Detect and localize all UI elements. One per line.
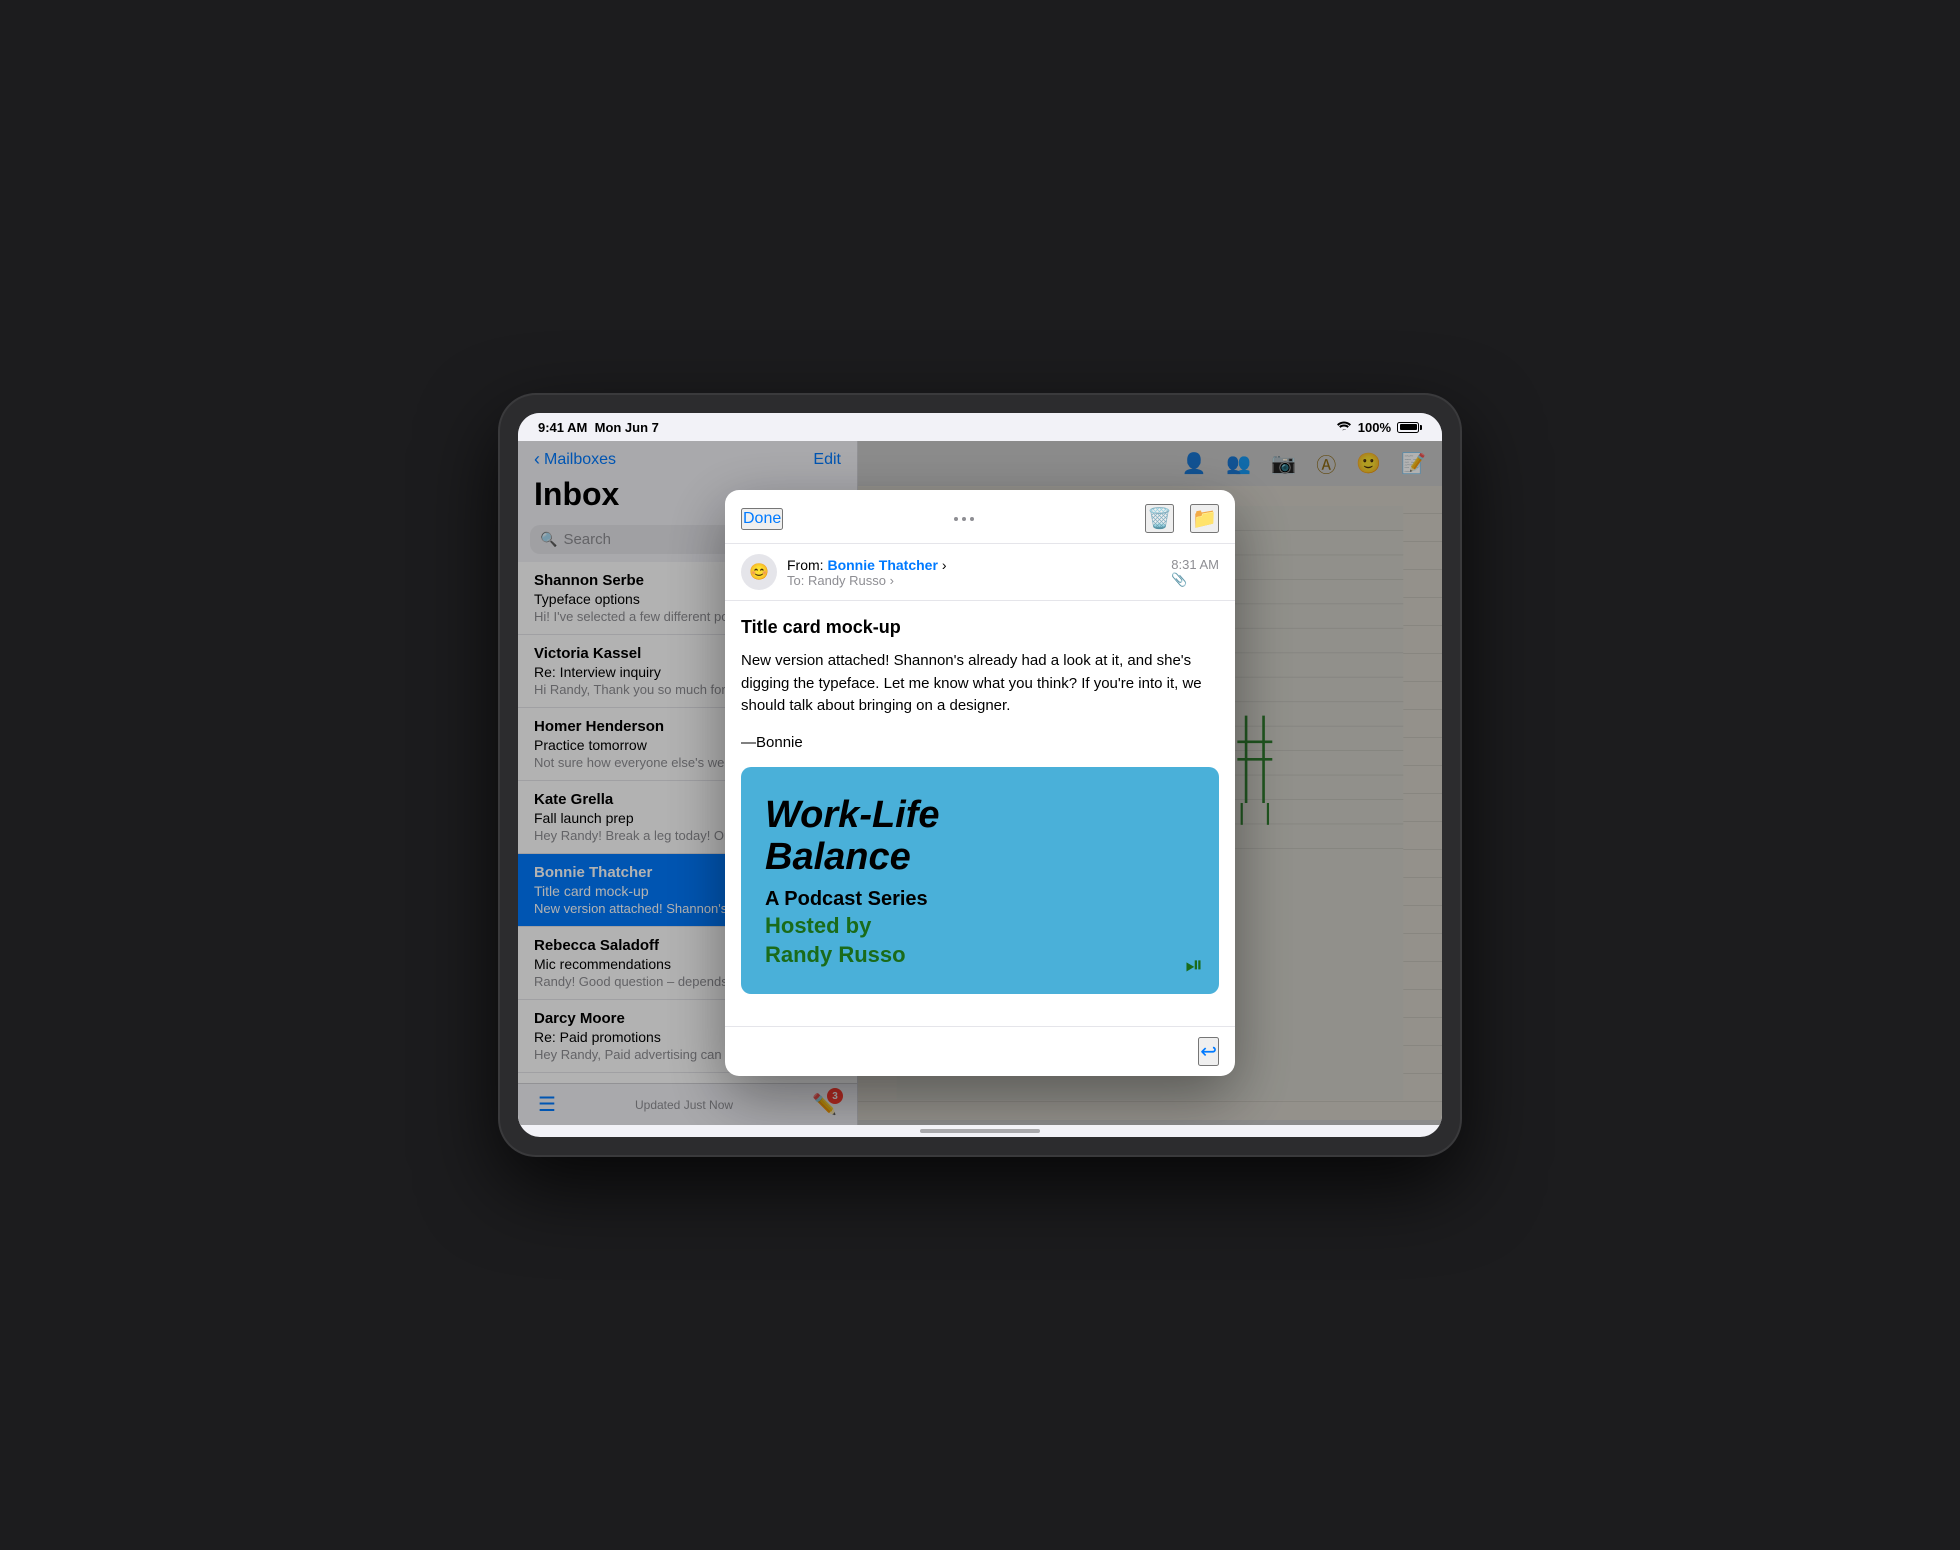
status-right: 100% (1336, 420, 1422, 435)
podcast-card: Work-Life Balance A Podcast Series Hoste… (741, 767, 1219, 994)
reply-button[interactable]: ↩ (1198, 1037, 1219, 1066)
battery-indicator: 100% (1358, 420, 1391, 435)
drag-dot-2 (962, 517, 966, 521)
email-from-row: 😊 From: Bonnie Thatcher › To: Randy Russ… (725, 544, 1235, 601)
email-from-info: From: Bonnie Thatcher › To: Randy Russo … (787, 557, 1161, 588)
drag-dot-3 (970, 517, 974, 521)
ipad-frame: 9:41 AM Mon Jun 7 100% (500, 395, 1460, 1155)
podcast-card-inner: Work-Life Balance A Podcast Series Hoste… (741, 767, 1219, 994)
modal-actions: 🗑️ 📁 (1145, 504, 1219, 533)
battery-icon (1397, 422, 1422, 433)
status-time: 9:41 AM Mon Jun 7 (538, 420, 659, 435)
podcast-subtitle: A Podcast Series (765, 886, 1195, 912)
email-modal-header: Done 🗑️ 📁 (725, 490, 1235, 544)
drag-handle (954, 517, 974, 521)
email-time: 8:31 AM 📎 (1171, 557, 1219, 588)
email-modal-overlay: Done 🗑️ 📁 😊 (518, 441, 1442, 1125)
sender-avatar: 😊 (741, 554, 777, 590)
email-body: Title card mock-up New version attached!… (725, 601, 1235, 1025)
done-button[interactable]: Done (741, 508, 783, 530)
folder-button[interactable]: 📁 (1190, 504, 1219, 533)
podcast-host-name: Randy Russo (765, 941, 1195, 970)
email-modal: Done 🗑️ 📁 😊 (725, 490, 1235, 1075)
wifi-icon (1336, 420, 1352, 435)
from-label: From: (787, 557, 824, 573)
from-name[interactable]: Bonnie Thatcher (827, 557, 937, 573)
podcast-play-button[interactable]: ⏯ (1185, 952, 1203, 978)
email-modal-footer: ↩ (725, 1026, 1235, 1076)
podcast-hosted-by: Hosted by (765, 912, 1195, 941)
ipad-screen: 9:41 AM Mon Jun 7 100% (518, 413, 1442, 1137)
email-signature: —Bonnie (741, 734, 1219, 751)
email-body-text: New version attached! Shannon's already … (741, 650, 1219, 718)
trash-button[interactable]: 🗑️ (1145, 504, 1174, 533)
drag-dot-1 (954, 517, 958, 521)
from-line: From: Bonnie Thatcher › (787, 557, 1161, 573)
to-chevron: › (890, 573, 894, 588)
to-line: To: Randy Russo › (787, 573, 1161, 588)
from-chevron: › (942, 557, 947, 573)
to-name[interactable]: Randy Russo (808, 573, 886, 588)
home-indicator (920, 1129, 1040, 1133)
email-subject: Title card mock-up (741, 617, 1219, 638)
podcast-title-line1: Work-Life (765, 795, 1195, 837)
status-bar: 9:41 AM Mon Jun 7 100% (518, 413, 1442, 441)
content-area: ‹ Mailboxes Edit Inbox 🔍 Search 🎤 Shanno… (518, 441, 1442, 1125)
podcast-title-line2: Balance (765, 837, 1195, 879)
